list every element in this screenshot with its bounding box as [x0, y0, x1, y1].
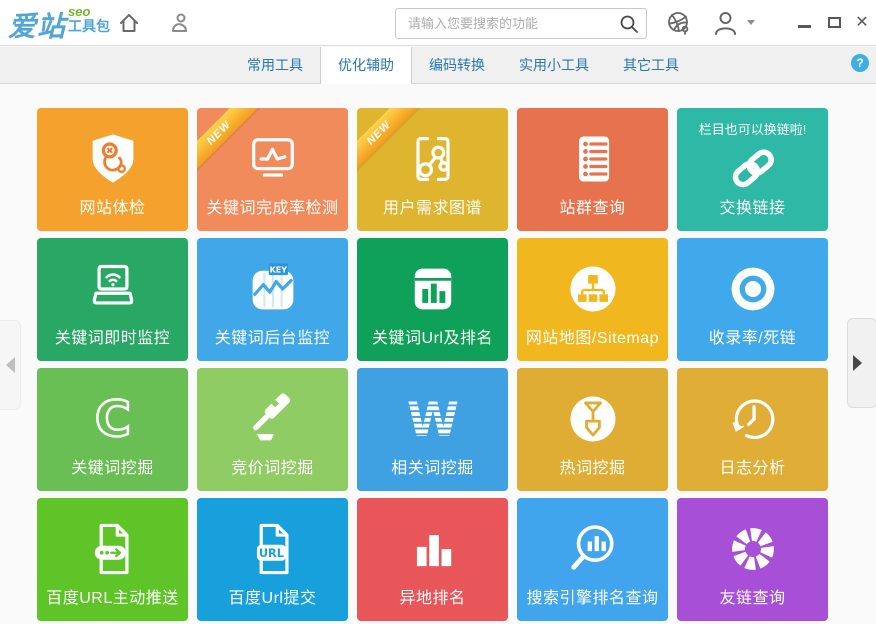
tile-search-engine-rank-query[interactable]: 搜索引擎排名查询: [517, 498, 668, 621]
record-circle-icon: [677, 251, 828, 327]
push-doc-icon: [37, 511, 188, 587]
home-icon[interactable]: [117, 11, 141, 40]
tile-baidu-url-submit[interactable]: URL 百度Url提交: [197, 498, 348, 621]
tile-keyword-realtime-monitor[interactable]: 关键词即时监控: [37, 238, 188, 361]
tile-sitemap[interactable]: 网站地图/Sitemap: [517, 238, 668, 361]
tile-label: 网站地图/Sitemap: [517, 324, 668, 348]
tile-label: 异地排名: [357, 584, 508, 608]
url-glyph: URL: [258, 547, 283, 560]
network-ball-icon[interactable]: [666, 10, 692, 41]
tile-label: 收录率/死链: [677, 324, 828, 348]
bar-chart-icon: [357, 511, 508, 587]
search-box: [395, 8, 647, 39]
tile-label: 关键词完成率检测: [197, 194, 348, 218]
search-input[interactable]: [396, 16, 612, 31]
top-bar: 爱站 seo 工具包: [0, 0, 876, 46]
tab-utility-tools[interactable]: 实用小工具: [502, 47, 606, 83]
tile-hot-word-mining[interactable]: 热词挖掘: [517, 368, 668, 491]
tile-label: 关键词挖掘: [37, 454, 188, 478]
user-icon[interactable]: [712, 9, 739, 41]
demand-graph-icon: [357, 121, 508, 197]
logo-title: 爱站: [8, 5, 66, 45]
close-glyph: ✕: [855, 15, 868, 31]
tile-label: 竞价词挖掘: [197, 454, 348, 478]
tile-link-exchange[interactable]: 栏目也可以换链啦! 交换链接: [677, 108, 828, 231]
tab-optimization-assist[interactable]: 优化辅助: [320, 47, 412, 84]
gavel-icon: [197, 381, 348, 457]
tile-label: 用户需求图谱: [357, 194, 508, 218]
tile-label: 友链查询: [677, 584, 828, 608]
tile-remote-ranking[interactable]: 异地排名: [357, 498, 508, 621]
logo-seo-text: seo: [68, 5, 110, 18]
chevron-right-icon: [853, 355, 862, 371]
letter-c-icon: C: [37, 381, 188, 457]
app-logo[interactable]: 爱站 seo 工具包: [8, 5, 110, 45]
site-list-icon: [517, 121, 668, 197]
tab-other-tools[interactable]: 其它工具: [606, 47, 696, 83]
tile-index-rate-deadlink[interactable]: 收录率/死链: [677, 238, 828, 361]
tile-label: 关键词即时监控: [37, 324, 188, 348]
tile-label: 日志分析: [677, 454, 828, 478]
tile-bidding-word-mining[interactable]: 竞价词挖掘: [197, 368, 348, 491]
tile-user-demand-graph[interactable]: NEW 用户需求图谱: [357, 108, 508, 231]
letter-w-icon: W: [357, 381, 508, 457]
logo-subtitle: 工具包: [68, 19, 110, 33]
tab-bar: 常用工具 优化辅助 编码转换 实用小工具 其它工具 ?: [0, 47, 876, 84]
tile-label: 关键词Url及排名: [357, 324, 508, 348]
logo-side: seo 工具包: [68, 5, 110, 33]
shovel-icon: [517, 381, 668, 457]
tile-label: 网站体检: [37, 194, 188, 218]
link-exchange-icon: [677, 136, 828, 200]
w-glyph: W: [407, 393, 459, 448]
tile-website-checkup[interactable]: 网站体检: [37, 108, 188, 231]
prev-page-button[interactable]: [0, 320, 21, 410]
tab-common-tools[interactable]: 常用工具: [230, 47, 320, 83]
tile-label: 交换链接: [677, 194, 828, 218]
tile-label: 相关词挖掘: [357, 454, 508, 478]
tile-log-analysis[interactable]: 日志分析: [677, 368, 828, 491]
next-page-button[interactable]: [847, 318, 876, 408]
tile-label: 搜索引擎排名查询: [517, 584, 668, 608]
app-window: 爱站 seo 工具包: [0, 0, 876, 624]
chevron-left-icon: [6, 357, 15, 373]
tab-encoding-convert[interactable]: 编码转换: [412, 47, 502, 83]
tile-label: 百度Url提交: [197, 584, 348, 608]
search-icon[interactable]: [612, 9, 646, 38]
tile-label: 热词挖掘: [517, 454, 668, 478]
shield-checkup-icon: [37, 121, 188, 197]
url-doc-icon: URL: [197, 511, 348, 587]
tile-keyword-completion-check[interactable]: NEW 关键词完成率检测: [197, 108, 348, 231]
tile-friend-link-query[interactable]: 友链查询: [677, 498, 828, 621]
maximize-icon[interactable]: [821, 0, 847, 45]
help-icon[interactable]: ?: [851, 54, 869, 72]
close-icon[interactable]: ✕: [849, 0, 875, 45]
minimize-icon[interactable]: [791, 0, 817, 45]
url-rank-icon: [357, 251, 508, 327]
tile-label: 站群查询: [517, 194, 668, 218]
tile-site-group-query[interactable]: 站群查询: [517, 108, 668, 231]
chevron-down-icon[interactable]: [747, 20, 755, 25]
c-glyph: C: [94, 390, 130, 448]
tile-label: 百度URL主动推送: [37, 584, 188, 608]
tile-keyword-backend-monitor[interactable]: KEY 关键词后台监控: [197, 238, 348, 361]
tool-grid: 网站体检 NEW 关键词完成率检测 NEW: [37, 108, 828, 621]
tile-keyword-mining[interactable]: C 关键词挖掘: [37, 368, 188, 491]
sitemap-icon: [517, 251, 668, 327]
search-rank-icon: [517, 511, 668, 587]
tile-keyword-url-rank[interactable]: 关键词Url及排名: [357, 238, 508, 361]
tile-label: 关键词后台监控: [197, 324, 348, 348]
tabs: 常用工具 优化辅助 编码转换 实用小工具 其它工具: [230, 47, 696, 83]
monitor-pulse-icon: [197, 121, 348, 197]
keyword-chart-icon: KEY: [197, 251, 348, 327]
segment-wheel-icon: [677, 511, 828, 587]
tile-baidu-url-push[interactable]: 百度URL主动推送: [37, 498, 188, 621]
member-icon[interactable]: [168, 11, 192, 40]
history-clock-icon: [677, 381, 828, 457]
key-badge-text: KEY: [269, 265, 287, 274]
tile-related-word-mining[interactable]: W 相关词挖掘: [357, 368, 508, 491]
laptop-wifi-icon: [37, 251, 188, 327]
